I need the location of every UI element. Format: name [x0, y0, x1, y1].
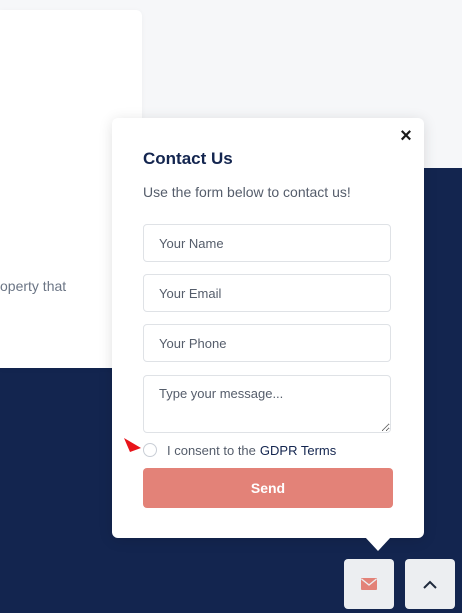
- gdpr-consent-row: I consent to the GDPR Terms: [143, 442, 336, 458]
- send-button[interactable]: Send: [143, 468, 393, 508]
- contact-popup: × Contact Us Use the form below to conta…: [112, 118, 424, 538]
- red-arrow-indicator-icon: [124, 438, 141, 452]
- contact-mail-button[interactable]: [344, 559, 394, 609]
- chevron-up-icon: [423, 580, 437, 589]
- gdpr-consent-label: I consent to the: [167, 442, 256, 458]
- email-input[interactable]: [143, 274, 391, 312]
- phone-input[interactable]: [143, 324, 391, 362]
- close-button[interactable]: ×: [398, 126, 414, 146]
- background-card-text: operty that: [0, 278, 67, 294]
- envelope-icon: [361, 578, 377, 590]
- popup-subtitle: Use the form below to contact us!: [143, 184, 351, 200]
- gdpr-consent-checkbox[interactable]: [143, 443, 157, 457]
- popup-pointer-arrow: [365, 537, 391, 551]
- scroll-to-top-button[interactable]: [405, 559, 455, 609]
- popup-title: Contact Us: [143, 149, 233, 168]
- message-textarea[interactable]: [143, 375, 391, 433]
- name-input[interactable]: [143, 224, 391, 262]
- gdpr-terms-link[interactable]: GDPR Terms: [260, 443, 336, 458]
